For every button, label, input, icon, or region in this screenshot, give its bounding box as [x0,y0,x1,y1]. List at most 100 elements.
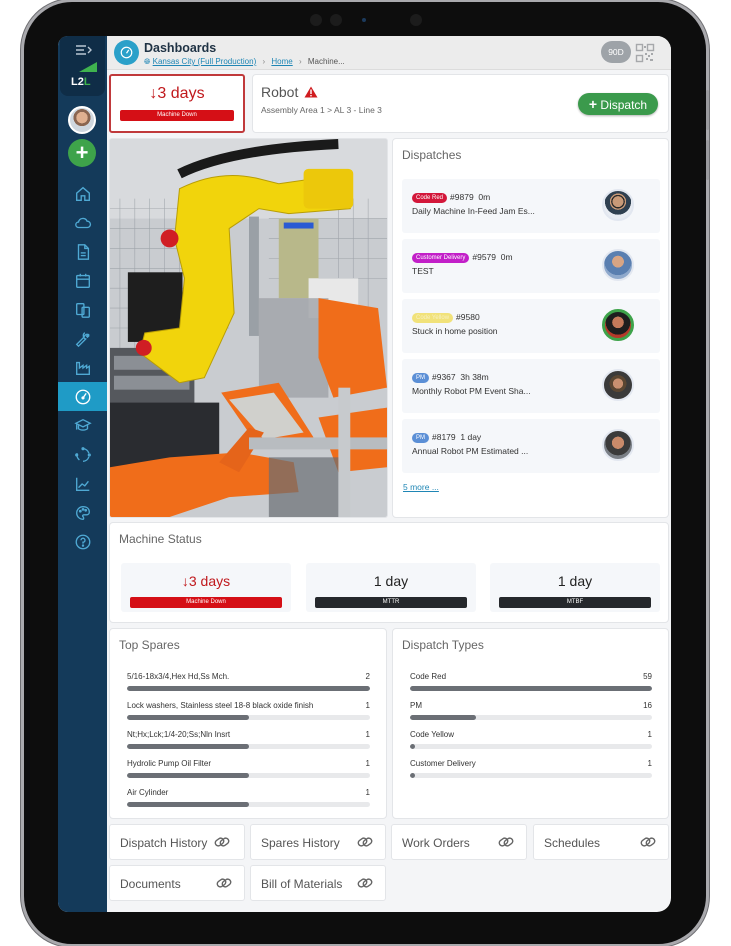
downtime-value: ↓3 days [149,85,205,102]
breadcrumb-location[interactable]: Kansas City (Full Production) [153,57,257,66]
sidebar-item-cycle[interactable] [58,440,107,469]
spare-value: 1 [365,788,370,797]
dispatch-type-label: Code Red [410,672,447,681]
dispatch-type-label: PM [410,701,422,710]
dispatches-panel: Dispatches Code Red #9879 0m Daily Machin… [392,138,669,518]
spare-value: 1 [365,759,370,768]
assignee-avatar [602,249,634,281]
user-avatar[interactable] [68,106,96,134]
spare-bar-fill [127,686,370,691]
dispatch-item[interactable]: Code Yellow #9580 Stuck in home position [402,299,660,353]
date-range-button[interactable]: 90D [601,41,631,63]
dispatch-description: Monthly Robot PM Event Sha... [412,386,531,396]
spare-bar-track [127,744,370,749]
volume-button [706,90,709,130]
line-chart-icon [75,477,89,491]
link-dispatch-history[interactable]: Dispatch History [109,824,245,860]
dispatch-tag: Code Red [412,193,448,203]
app-screen: L2L + Dashboards 🌐︎ Kansas City (Full Pr… [58,36,671,912]
assignee-avatar [602,429,634,461]
add-button[interactable]: + [68,139,96,167]
sidebar-item-help[interactable] [58,527,107,556]
dispatch-type-bar-fill [410,744,415,749]
dispatch-number: #9579 [472,252,496,262]
sidebar: L2L + [58,36,107,912]
dispatches-title: Dispatches [402,148,462,162]
volume-button [706,140,709,180]
copy-icon [75,302,90,318]
sidebar-item-maintenance[interactable] [58,324,107,353]
dispatch-number: #9580 [456,312,480,322]
status-value: 1 day [557,573,593,589]
spare-label: Lock washers, Stainless steel 18-8 black… [127,701,314,710]
dispatch-tag: Customer Delivery [412,253,470,263]
dispatch-item[interactable]: PM #9367 3h 38m Monthly Robot PM Event Sh… [402,359,660,413]
help-icon [75,534,90,549]
qr-code-icon[interactable] [635,43,655,63]
assignee-avatar [602,309,634,341]
dispatch-description: Daily Machine In-Feed Jam Es... [412,206,535,216]
breadcrumb: 🌐︎ Kansas City (Full Production) › Home … [144,57,345,67]
spare-label: Air Cylinder [127,788,169,797]
link-documents[interactable]: Documents [109,865,245,901]
spare-row: Air Cylinder 1 [127,788,370,814]
dispatch-age: 3h 38m [460,372,489,382]
dispatch-tag: Code Yellow [412,313,454,323]
spare-label: Nt;Hx;Lck;1/4-20;Ss;Nln Insrt [127,730,231,739]
link-bill-of-materials[interactable]: Bill of Materials [250,865,386,901]
l2l-logo: L2L [71,62,97,88]
machine-status-panel: Machine Status ↓3 days Machine Down 1 da… [109,522,669,623]
link-icon [357,837,373,847]
sidebar-item-training[interactable] [58,411,107,440]
link-spares-history[interactable]: Spares History [250,824,386,860]
sidebar-item-copy[interactable] [58,295,107,324]
cloud-icon [74,217,91,228]
breadcrumb-home[interactable]: Home [271,57,292,66]
more-dispatches-link[interactable]: 5 more ... [403,482,439,492]
dashboard-gauge-icon [114,40,139,65]
link-icon [357,878,373,888]
spare-bar-fill [127,773,249,778]
spare-bar-fill [127,715,249,720]
machine-name: Robot [261,84,318,100]
spare-value: 1 [365,701,370,710]
dispatch-tag: PM [412,373,429,383]
status-box-mtbf: 1 day MTBF [490,563,660,612]
spare-row: Hydrolic Pump Oil Filter 1 [127,759,370,785]
sidebar-item-dashboards[interactable] [58,382,107,411]
dispatch-type-bar-fill [410,715,476,720]
spare-row: Nt;Hx;Lck;1/4-20;Ss;Nln Insrt 1 [127,730,370,756]
sidebar-item-factory[interactable] [58,353,107,382]
link-schedules[interactable]: Schedules [533,824,669,860]
dispatch-tag: PM [412,433,429,443]
collapse-menu-icon[interactable] [74,44,94,58]
sensor-dot [362,18,366,22]
sidebar-item-theme[interactable] [58,498,107,527]
dispatch-type-bar-track [410,715,652,720]
assignee-avatar [602,189,634,221]
dispatch-type-bar-track [410,744,652,749]
sidebar-item-documents[interactable] [58,237,107,266]
dispatch-type-value: 59 [643,672,652,681]
sidebar-item-analytics[interactable] [58,469,107,498]
dispatch-type-label: Code Yellow [410,730,455,739]
dispatch-button[interactable]: + Dispatch [578,93,658,115]
sidebar-item-calendar[interactable] [58,266,107,295]
graduation-cap-icon [73,418,92,431]
dispatch-type-bar-fill [410,686,652,691]
spare-bar-track [127,773,370,778]
link-work-orders[interactable]: Work Orders [391,824,527,860]
sidebar-item-cloud[interactable] [58,208,107,237]
plus-icon: + [588,96,598,112]
spare-value: 2 [365,672,370,681]
dispatch-item[interactable]: PM #8179 1 day Annual Robot PM Estimated … [402,419,660,473]
machine-down-badge: Machine Down [120,110,234,121]
dispatch-type-bar-track [410,773,652,778]
dispatch-item[interactable]: Code Red #9879 0m Daily Machine In-Feed J… [402,179,660,233]
dispatch-item[interactable]: Customer Delivery #9579 0m TEST [402,239,660,293]
sidebar-item-home[interactable] [58,179,107,208]
status-label: MTBF [499,597,651,608]
top-spares-title: Top Spares [119,638,180,652]
calendar-icon [75,273,90,288]
dispatch-age: 0m [478,192,491,202]
